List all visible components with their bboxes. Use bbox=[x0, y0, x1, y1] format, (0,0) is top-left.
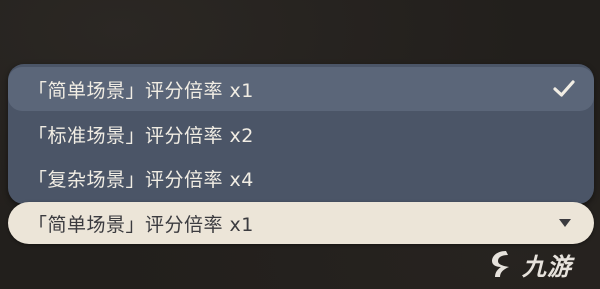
option-label: 「复杂场景」评分倍率 x4 bbox=[28, 168, 254, 191]
dropdown-option-simple[interactable]: 「简单场景」评分倍率 x1 bbox=[8, 67, 594, 111]
difficulty-select[interactable]: 「简单场景」评分倍率 x1 bbox=[8, 202, 594, 244]
dropdown-menu: 「简单场景」评分倍率 x1 「标准场景」评分倍率 x2 「复杂场景」评分倍率 x… bbox=[8, 64, 594, 204]
dropdown-option-standard[interactable]: 「标准场景」评分倍率 x2 bbox=[8, 112, 594, 156]
option-label: 「简单场景」评分倍率 x1 bbox=[28, 79, 254, 102]
watermark: 九游 bbox=[486, 244, 594, 284]
watermark-text: 九游 bbox=[522, 252, 572, 281]
dropdown-option-complex[interactable]: 「复杂场景」评分倍率 x4 bbox=[8, 156, 594, 200]
select-value: 「简单场景」评分倍率 x1 bbox=[28, 213, 254, 236]
checkmark-icon bbox=[553, 80, 575, 97]
option-label: 「标准场景」评分倍率 x2 bbox=[28, 124, 254, 147]
caret-down-icon bbox=[559, 219, 571, 227]
jiuyou-logo-icon bbox=[492, 251, 509, 277]
